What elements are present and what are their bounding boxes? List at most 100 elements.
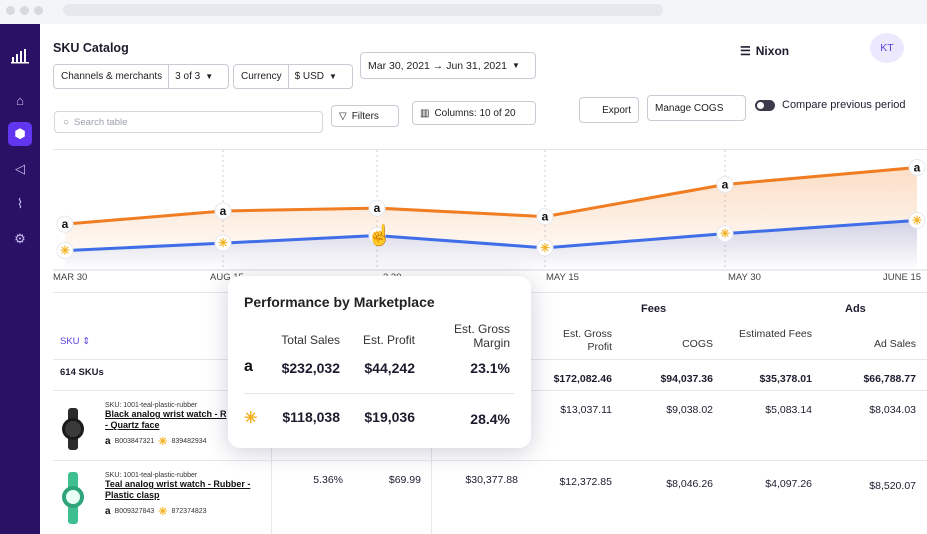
gross-profit-header[interactable]: Est. Gross Profit <box>536 328 612 354</box>
channels-value: 3 of 3 <box>175 71 201 82</box>
export-button[interactable]: Export <box>579 97 639 123</box>
search-placeholder: Search table <box>74 116 128 128</box>
teal-watch-image <box>62 472 84 524</box>
chevron-down-icon: ▼ <box>511 61 520 70</box>
amazon-point-marker[interactable]: a <box>908 158 926 176</box>
svg-text:✳: ✳ <box>60 244 70 258</box>
filter-icon: ▽ <box>339 110 347 122</box>
x-tick-label: JUNE 15 <box>883 272 922 283</box>
fees-group-header: Fees <box>641 303 667 315</box>
black-watch-image <box>62 408 84 450</box>
gross-profit-cell: $13,037.11 <box>560 404 612 416</box>
svg-text:✳: ✳ <box>218 236 228 250</box>
chevron-down-icon: ▼ <box>329 72 337 81</box>
cogs-header[interactable]: COGS <box>635 338 713 351</box>
ad-sales-header[interactable]: Ad Sales <box>840 338 916 351</box>
walmart-point-marker[interactable]: ✳ <box>716 225 734 243</box>
marketplace-popup: Performance by Marketplace Total Sales E… <box>228 276 531 448</box>
cogs-cell: $9,038.02 <box>666 404 713 416</box>
popup-header-est-profit: Est. Profit <box>362 333 415 347</box>
columns-label: Columns: 10 of 20 <box>434 107 516 119</box>
svg-text:✳: ✳ <box>720 227 730 241</box>
amazon-point-marker[interactable]: a <box>716 175 734 193</box>
user-menu[interactable]: ☰ Nixon <box>740 44 789 58</box>
currency-select[interactable]: Currency $ USD ▼ <box>233 64 353 89</box>
pct-cell: 5.36% <box>313 474 343 486</box>
settings-icon[interactable]: ⚙ <box>8 227 32 251</box>
svg-text:a: a <box>374 201 381 215</box>
manage-cogs-label: Manage COGS <box>655 102 724 114</box>
columns-button[interactable]: ▥ Columns: 10 of 20 <box>412 101 536 125</box>
svg-text:a: a <box>220 204 227 218</box>
toggle-switch-icon[interactable] <box>755 99 775 111</box>
summary-gross-profit: $172,082.46 <box>553 373 612 385</box>
filters-button[interactable]: ▽ Filters <box>331 105 399 127</box>
amazon-icon: a <box>244 358 253 375</box>
gross-profit-cell: $12,372.85 <box>559 476 612 488</box>
window-dot-icon[interactable] <box>20 6 29 15</box>
svg-text:a: a <box>542 210 549 224</box>
logo-icon[interactable] <box>8 44 32 68</box>
product-name-link[interactable]: Plastic clasp <box>105 490 285 501</box>
walmart-point-marker[interactable]: ✳ <box>214 234 232 252</box>
ad-sales-cell: $8,520.07 <box>869 480 916 492</box>
sku-column-header[interactable]: SKU ⇕ <box>60 336 90 347</box>
popup-title: Performance by Marketplace <box>244 294 435 310</box>
summary-est-fees: $35,378.01 <box>759 373 812 385</box>
amazon-id: B009327843 <box>114 508 155 515</box>
search-icon: ○ <box>63 116 70 128</box>
search-input[interactable]: ○ Search table <box>54 111 323 133</box>
est-fees-cell: $5,083.14 <box>765 404 812 416</box>
window-dot-icon[interactable] <box>34 6 43 15</box>
compare-label: Compare previous period <box>782 99 906 111</box>
popup-walmart-profit: $19,036 <box>364 409 415 425</box>
walmart-id: 839482934 <box>171 438 207 445</box>
megaphone-icon[interactable]: ◁ <box>8 157 32 181</box>
amazon-point-marker[interactable]: a <box>214 202 232 220</box>
walmart-point-marker[interactable]: ✳ <box>56 242 74 260</box>
sales-cell: $30,377.88 <box>465 474 518 486</box>
page-title: SKU Catalog <box>53 41 129 55</box>
sort-icon: ⇕ <box>82 336 91 347</box>
columns-icon: ▥ <box>420 107 430 119</box>
ads-group-header: Ads <box>845 303 866 315</box>
date-range-picker[interactable]: Mar 30, 2021 → Jun 31, 2021 ▼ <box>360 52 536 79</box>
pointer-cursor-icon: ☝ <box>367 225 392 247</box>
walmart-id: 872374823 <box>171 508 207 515</box>
browser-titlebar <box>0 0 927 24</box>
compare-toggle[interactable]: Compare previous period <box>755 99 906 111</box>
est-fees-header[interactable]: Estimated Fees <box>738 328 812 341</box>
x-tick-label: MAR 30 <box>53 272 88 283</box>
channels-label: Channels & merchants <box>61 71 163 82</box>
x-tick-label: MAY 15 <box>546 272 579 283</box>
svg-text:✳: ✳ <box>540 241 550 255</box>
ad-sales-cell: $8,034.03 <box>869 404 916 416</box>
app-window: ⌂ ⬢ ◁ ⌇ ⚙ SKU Catalog Channels & merchan… <box>0 0 927 534</box>
price-cell: $69.99 <box>388 474 421 486</box>
home-icon[interactable]: ⌂ <box>8 88 32 112</box>
amazon-point-marker[interactable]: a <box>368 199 386 217</box>
menu-icon: ☰ <box>740 44 751 58</box>
amazon-id: B003847321 <box>114 438 155 445</box>
popup-amazon-sales: $232,032 <box>281 360 340 376</box>
summary-ad-sales: $66,788.77 <box>863 373 916 385</box>
manage-cogs-button[interactable]: Manage COGS <box>647 95 746 121</box>
address-bar[interactable] <box>63 4 663 16</box>
walmart-point-marker[interactable]: ✳ <box>908 211 926 229</box>
product-name-link[interactable]: Teal analog wrist watch - Rubber - <box>105 479 285 490</box>
summary-label: 614 SKUs <box>60 367 104 378</box>
walmart-point-marker[interactable]: ✳ <box>536 239 554 257</box>
analytics-icon[interactable]: ⌇ <box>8 192 32 216</box>
cogs-cell: $8,046.26 <box>666 478 713 490</box>
catalog-icon[interactable]: ⬢ <box>8 122 32 146</box>
channels-select[interactable]: Channels & merchants 3 of 3 ▼ <box>53 64 229 89</box>
window-dot-icon[interactable] <box>6 6 15 15</box>
amazon-point-marker[interactable]: a <box>536 208 554 226</box>
date-range-value: Mar 30, 2021 → Jun 31, 2021 <box>368 59 507 72</box>
currency-value: $ USD <box>294 71 325 82</box>
filters-label: Filters <box>351 110 379 122</box>
summary-cogs: $94,037.36 <box>660 373 713 385</box>
walmart-icon: ✳ <box>244 410 258 427</box>
amazon-point-marker[interactable]: a <box>56 215 74 233</box>
avatar[interactable]: KT <box>870 33 904 63</box>
